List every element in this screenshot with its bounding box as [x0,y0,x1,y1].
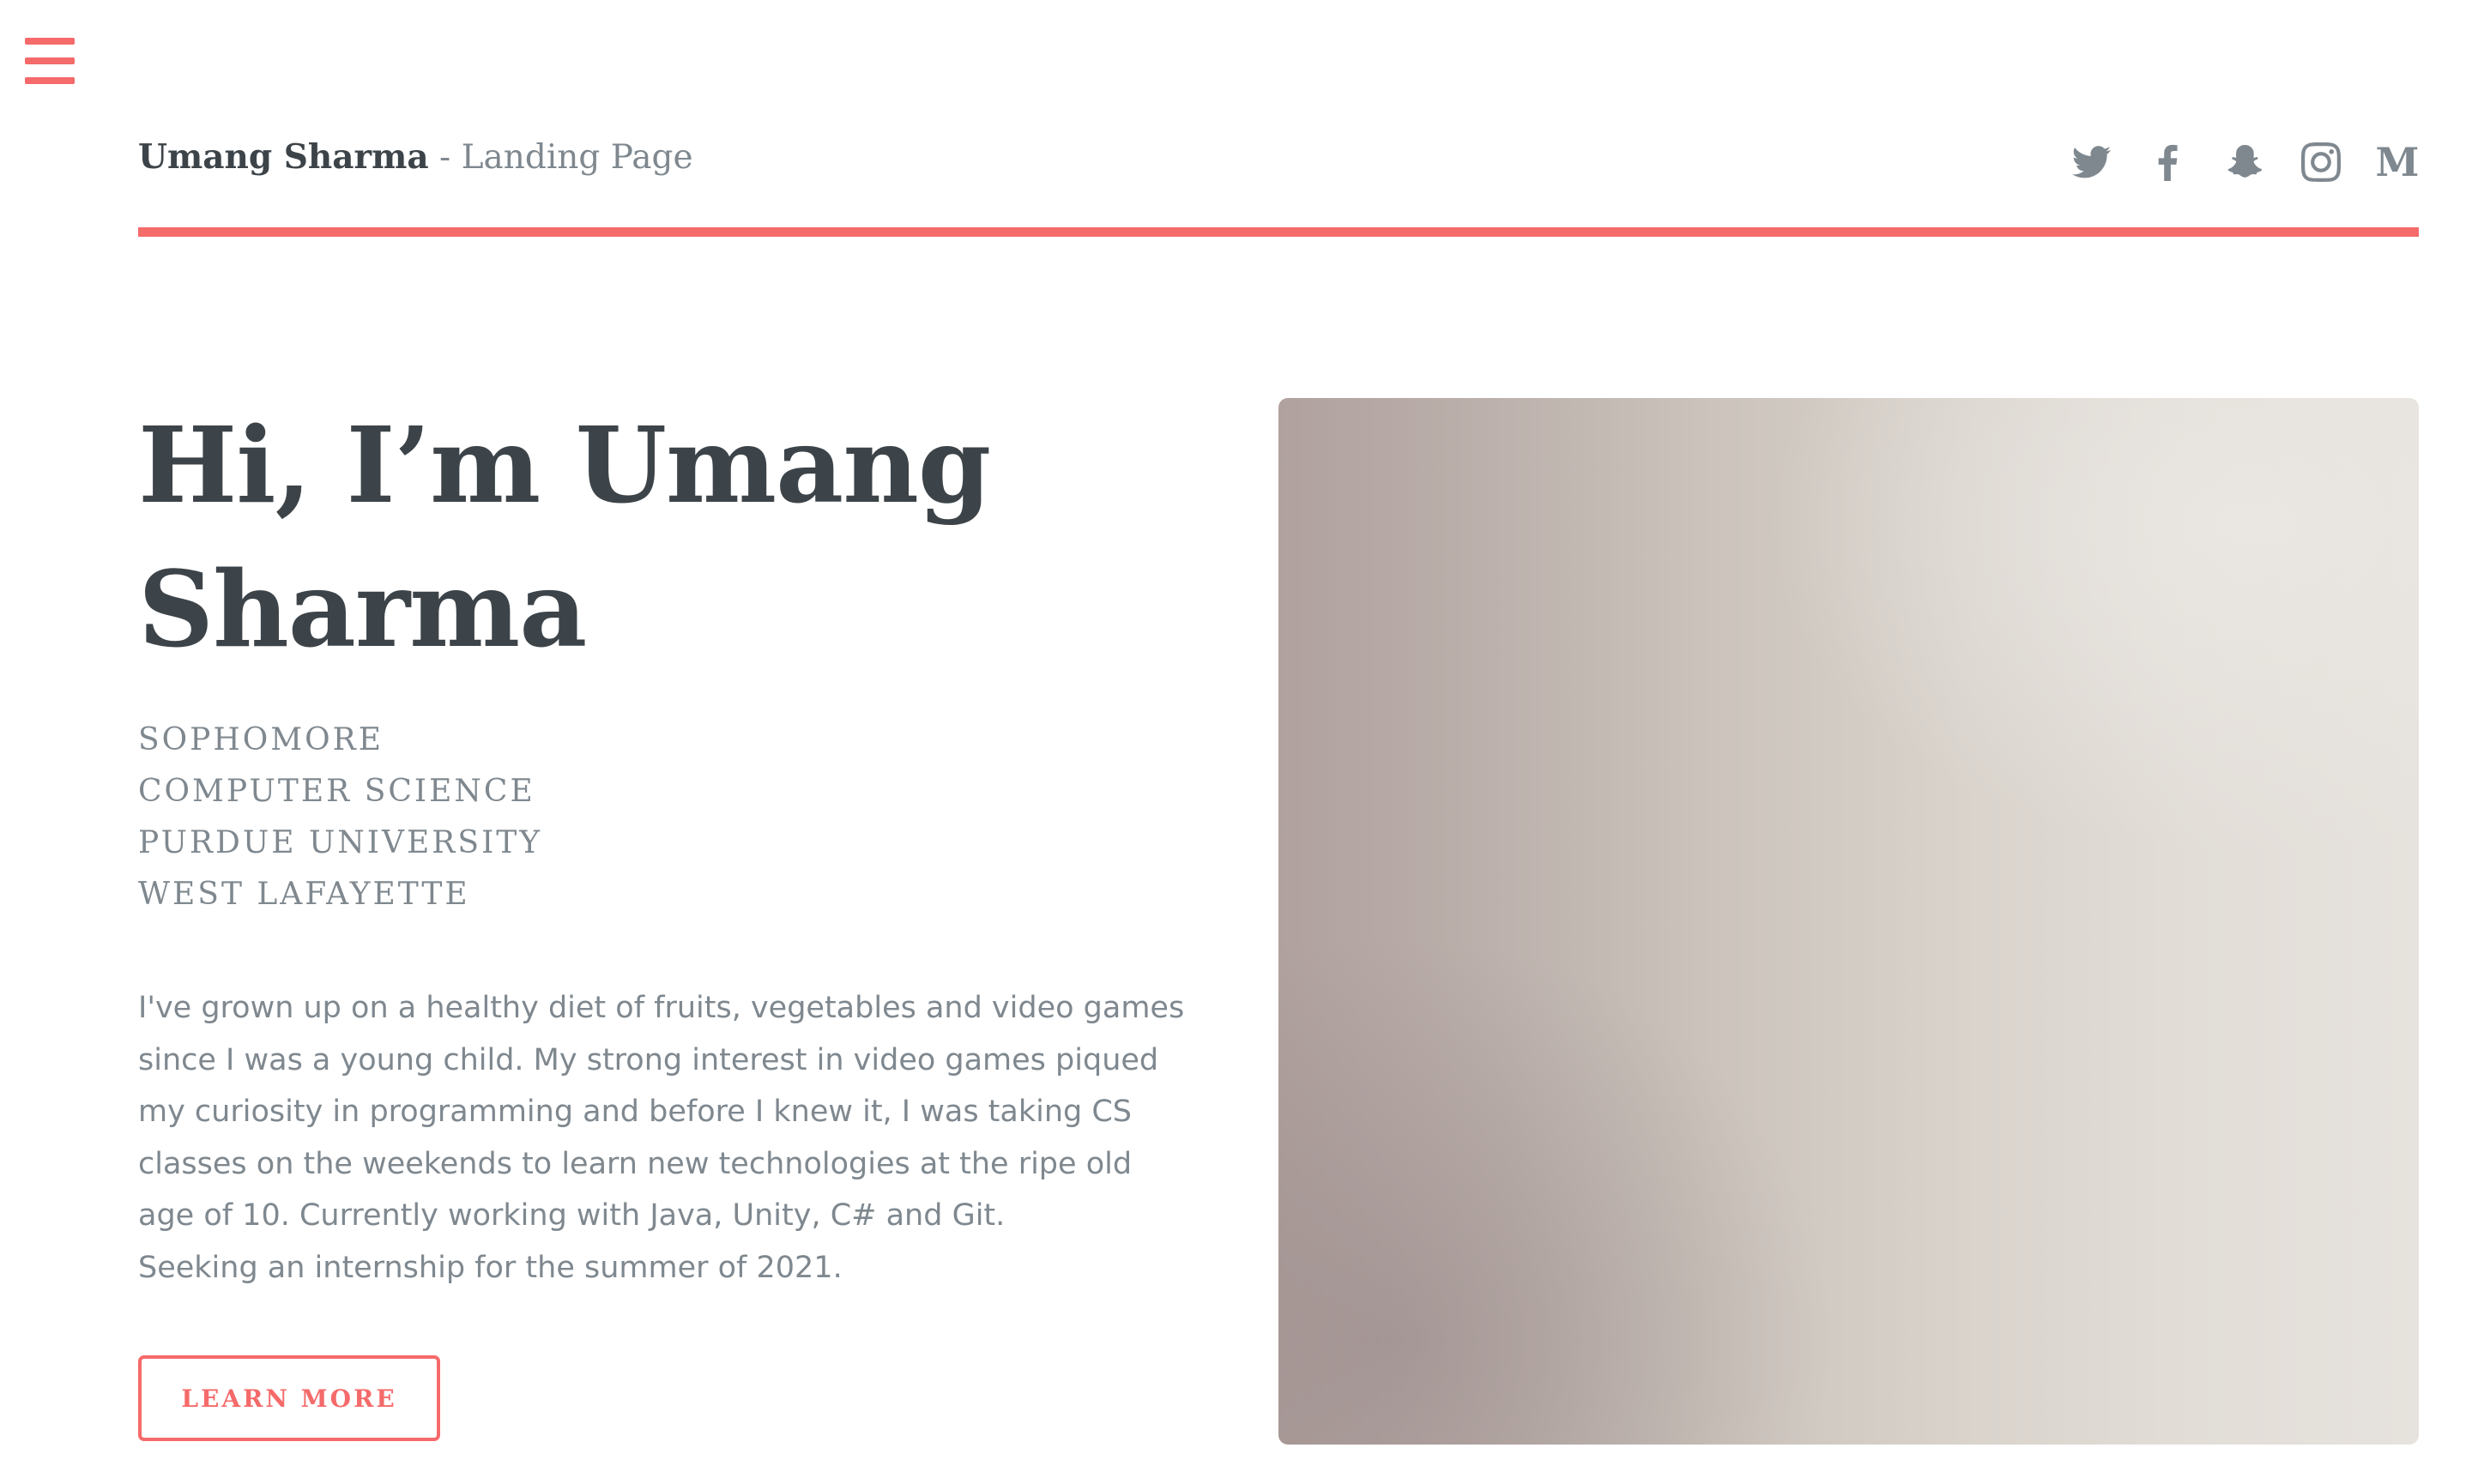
logo-name: Umang Sharma [138,137,429,177]
description-line: my curiosity in programming and before I… [138,1095,1133,1129]
subtitle-university: PURDUE UNIVERSITY [138,825,543,860]
snapchat-icon[interactable] [2223,141,2266,184]
subtitle-major: COMPUTER SCIENCE [138,774,535,809]
hero-image [1278,398,2419,1445]
description-line: classes on the weekends to learn new tec… [138,1146,1133,1181]
learn-more-button[interactable]: LEARN MORE [138,1355,440,1441]
description-line: I've grown up on a healthy diet of fruit… [138,991,1185,1025]
menu-toggle-icon[interactable] [25,38,75,84]
subtitle-location: WEST LAFAYETTE [138,877,470,912]
logo-suffix: - Landing Page [428,138,693,177]
instagram-icon[interactable] [2300,141,2342,184]
facebook-icon[interactable] [2147,141,2190,184]
subtitle-year: SOPHOMORE [138,722,384,757]
header-divider [138,227,2419,237]
site-header: Umang Sharma - Landing Page M [138,129,2419,199]
hero-title: Hi, I’m Umang Sharma [138,393,1125,681]
description-line: age of 10. Currently working with Java, … [138,1198,1006,1233]
hero-description: I've grown up on a healthy diet of fruit… [138,982,1185,1294]
hero-title-line: Sharma [138,547,587,671]
hero-title-line: Hi, I’m Umang [138,403,991,527]
medium-icon[interactable]: M [2376,141,2420,184]
twitter-icon[interactable] [2070,141,2113,184]
description-line: Seeking an internship for the summer of … [138,1250,843,1285]
site-logo[interactable]: Umang Sharma - Landing Page [138,137,693,177]
hero-subtitles: SOPHOMORE COMPUTER SCIENCE PURDUE UNIVER… [138,715,542,920]
description-line: since I was a young child. My strong int… [138,1042,1159,1077]
social-icons: M [2070,141,2419,184]
